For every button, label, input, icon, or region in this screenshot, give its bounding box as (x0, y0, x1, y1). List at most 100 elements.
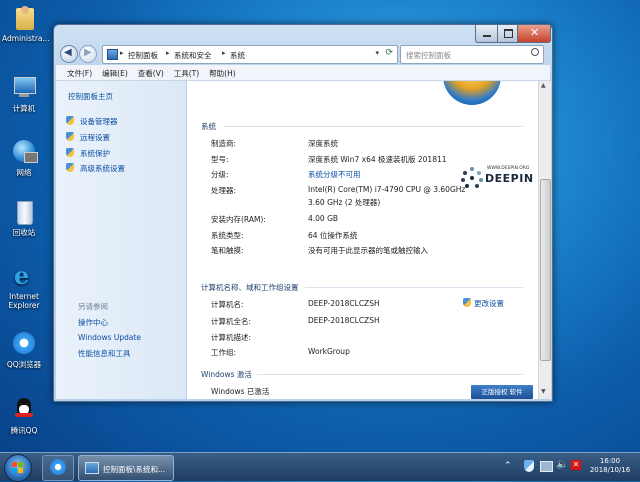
menu-edit[interactable]: 编辑(E) (97, 65, 133, 82)
change-settings-label: 更改设置 (474, 299, 504, 308)
ie-icon: e (14, 261, 30, 290)
qq-icon (10, 396, 38, 424)
back-button[interactable]: ◀ (60, 45, 78, 63)
label-rating: 分级: (211, 170, 229, 179)
breadcrumb-system[interactable]: 系统 (230, 50, 245, 61)
network-icon (10, 138, 38, 166)
menu-help[interactable]: 帮助(H) (204, 65, 241, 82)
network-tray-icon[interactable] (540, 461, 553, 472)
control-panel-icon (85, 462, 99, 474)
control-panel-home-link[interactable]: 控制面板主页 (68, 91, 113, 102)
vertical-scrollbar[interactable]: ▲ ▼ (538, 81, 551, 399)
arrow-right-icon: ▶ (84, 47, 92, 58)
search-icon[interactable] (531, 48, 539, 56)
menu-tools[interactable]: 工具(T) (169, 65, 204, 82)
label-workgroup: 工作组: (211, 348, 237, 357)
windows-logo (443, 81, 501, 105)
see-also-windows-update[interactable]: Windows Update (78, 333, 141, 342)
desktop-icon-network[interactable]: 网络 (2, 138, 46, 177)
label-manufacturer: 制造商: (211, 139, 237, 148)
volume-icon[interactable]: 🔈 (556, 459, 568, 470)
sidebar-item-label: 远程设置 (80, 133, 110, 142)
divider (257, 374, 523, 375)
deepin-logo: WWW.DEEPIN.ORG DEEPIN (459, 161, 538, 191)
address-bar[interactable]: ▸ 控制面板 ▸ 系统和安全 ▸ 系统 ▾ ⟳ (102, 45, 398, 64)
deepin-logo-mark (461, 167, 483, 189)
label-system-type: 系统类型: (211, 231, 244, 240)
label-full-name: 计算机全名: (211, 317, 252, 326)
value-pen-touch: 没有可用于此显示器的笔或触控输入 (308, 246, 428, 255)
breadcrumb-separator-icon: ▸ (120, 49, 124, 57)
user-folder-icon (10, 4, 38, 32)
desktop-icon-recycle-bin[interactable]: 回收站 (2, 198, 46, 237)
label-pen-touch: 笔和触摸: (211, 246, 244, 255)
clock[interactable]: 16:00 2018/10/16 (588, 457, 632, 475)
task-label: 控制面板\系统和... (103, 465, 166, 474)
desktop-icon-label: 网络 (16, 168, 32, 177)
value-processor: Intel(R) Core(TM) i7-4790 CPU @ 3.60GHz (308, 185, 466, 194)
breadcrumb-separator-icon: ▸ (166, 49, 170, 57)
taskbar-control-panel[interactable]: 控制面板\系统和... (78, 455, 174, 481)
desktop-icon-internet-explorer[interactable]: e Internet Explorer (2, 261, 46, 311)
value-workgroup: WorkGroup (308, 347, 350, 356)
shield-icon (66, 148, 74, 157)
desktop-icon-label: Internet Explorer (8, 292, 40, 310)
left-pane: 控制面板主页 设备管理器 远程设置 系统保护 高级系统设置 另请参阅 操作中心 … (56, 81, 186, 399)
breadcrumb-control-panel[interactable]: 控制面板 (128, 50, 158, 61)
menu-view[interactable]: 查看(V) (133, 65, 169, 82)
forward-button[interactable]: ▶ (79, 45, 97, 63)
close-button[interactable]: ✕ (517, 25, 551, 43)
computer-icon (10, 74, 38, 102)
notification-alert-icon[interactable]: ✕ (571, 460, 581, 470)
search-box[interactable]: 搜索控制面板 (400, 45, 544, 64)
desktop-icon-qq-browser[interactable]: QQ浏览器 (2, 330, 46, 369)
divider (305, 287, 523, 288)
desktop-icon-qq[interactable]: 腾讯QQ (2, 396, 46, 435)
value-full-name: DEEP-2018CLCZSH (308, 316, 380, 325)
value-rating-link[interactable]: 系统分级不可用 (308, 169, 361, 180)
system-window: ✕ ◀ ▶ ▸ 控制面板 ▸ 系统和安全 ▸ 系统 ▾ ⟳ 搜索控制面板 文件(… (53, 24, 553, 402)
menu-file[interactable]: 文件(F) (62, 65, 97, 82)
value-computer-name: DEEP-2018CLCZSH (308, 299, 380, 308)
taskbar-qq-browser[interactable] (42, 455, 74, 481)
desktop-icon-label: 计算机 (12, 104, 36, 113)
deepin-logo-text: DEEPIN (485, 172, 534, 185)
menu-bar: 文件(F) 编辑(E) 查看(V) 工具(T) 帮助(H) (56, 65, 550, 81)
taskbar: 控制面板\系统和... ⌃ 🔈 ✕ 16:00 2018/10/16 (0, 452, 640, 482)
value-ram: 4.00 GB (308, 214, 339, 223)
scrollbar-thumb[interactable] (540, 179, 551, 361)
close-icon: ✕ (530, 26, 540, 39)
value-processor-speed: 3.60 GHz (2 处理器) (308, 198, 381, 207)
value-system-type: 64 位操作系统 (308, 231, 358, 240)
control-panel-icon (107, 49, 118, 60)
activation-status: Windows 已激活 (211, 387, 270, 396)
breadcrumb-system-security[interactable]: 系统和安全 (174, 50, 212, 61)
clock-time: 16:00 (599, 457, 621, 465)
shield-icon (66, 132, 74, 141)
desktop-icon-administrator[interactable]: Administra... (2, 4, 50, 43)
refresh-icon[interactable]: ⟳ (385, 48, 393, 58)
maximize-button[interactable] (497, 25, 519, 43)
scroll-up-icon[interactable]: ▲ (541, 82, 546, 89)
tray-expand-icon[interactable]: ⌃ (504, 461, 516, 473)
sidebar-item-label: 系统保护 (80, 149, 110, 158)
windows-flag-icon (12, 462, 17, 467)
clock-date: 2018/10/16 (589, 466, 631, 474)
desktop-icon-label: 回收站 (12, 228, 36, 237)
sidebar-item-label: 设备管理器 (80, 117, 118, 126)
desktop-icon-computer[interactable]: 计算机 (2, 74, 46, 113)
see-also-action-center[interactable]: 操作中心 (78, 317, 108, 328)
see-also-performance[interactable]: 性能信息和工具 (78, 348, 131, 359)
security-icon[interactable] (524, 460, 534, 472)
start-button[interactable] (4, 454, 32, 482)
search-input[interactable]: 搜索控制面板 (406, 50, 451, 61)
recycle-bin-icon (10, 198, 38, 226)
genuine-badge-button[interactable]: 正版授权 软件 (471, 385, 533, 399)
minimize-button[interactable] (475, 25, 499, 43)
see-also-title: 另请参阅 (78, 302, 108, 311)
desktop-icon-label: Administra... (2, 34, 50, 43)
shield-icon (66, 163, 74, 172)
scroll-down-icon[interactable]: ▼ (541, 388, 546, 395)
desktop-icon-label: 腾讯QQ (10, 426, 38, 435)
dropdown-icon[interactable]: ▾ (375, 49, 379, 57)
